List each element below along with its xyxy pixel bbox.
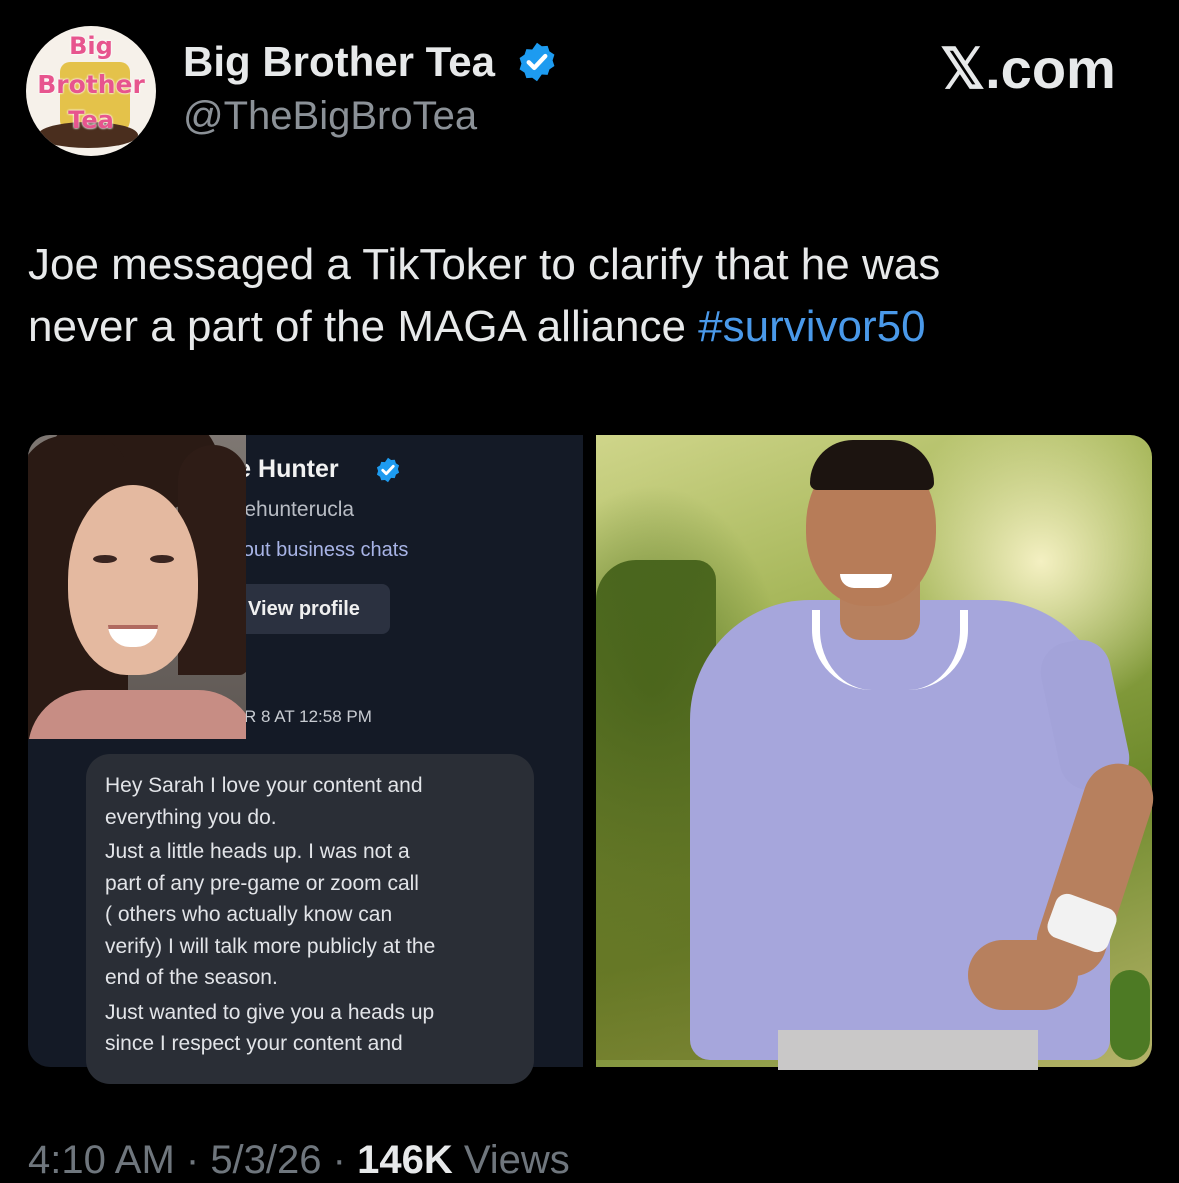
message-line: since I respect your content and — [105, 1032, 403, 1055]
tweet-text-line-1: Joe messaged a TikToker to clarify that … — [28, 240, 941, 289]
account-handle[interactable]: @TheBigBroTea — [183, 94, 477, 139]
display-name[interactable]: Big Brother Tea — [183, 38, 495, 86]
hair-shape — [810, 440, 934, 490]
tweet-text: Joe messaged a TikToker to clarify that … — [28, 234, 1158, 358]
tiktoker-video-overlay — [28, 435, 246, 739]
message-line: verify) I will talk more publicly at the — [105, 934, 436, 958]
smile-shape — [840, 574, 892, 588]
avatar-text-brother: Brother — [37, 70, 145, 99]
chat-message-bubble: Hey Sarah I love your content and everyt… — [86, 754, 534, 1084]
x-com-watermark: 𝕏.com — [940, 37, 1116, 100]
pants-shape — [778, 1030, 1038, 1070]
eye-shape — [93, 555, 117, 563]
tweet-meta: 4:10 AM · 5/3/26 · 146K Views — [28, 1138, 570, 1183]
separator-dot: · — [174, 1138, 211, 1182]
tweet-text-body: never a part of the MAGA alliance — [28, 302, 699, 351]
message-line: Just wanted to give you a heads up — [105, 1000, 435, 1024]
views-count: 146K — [357, 1138, 453, 1182]
chat-contact-username: joehunterucla — [228, 498, 355, 521]
foliage-shape — [1110, 970, 1150, 1060]
message-line: end of the season. — [105, 966, 278, 989]
message-line: Hey Sarah I love your content and — [105, 774, 423, 797]
tweet-time[interactable]: 4:10 AM — [28, 1138, 175, 1182]
chat-timestamp: R 8 AT 12:58 PM — [244, 707, 372, 726]
views-label: Views — [452, 1138, 570, 1182]
tweet-text-line-2: never a part of the MAGA alliance #survi… — [28, 296, 1158, 358]
shirt-shape — [28, 690, 246, 739]
avatar-text-big: Big — [69, 32, 113, 60]
hashtag-link[interactable]: #survivor50 — [698, 302, 925, 351]
avatar-text-tea: Tea — [68, 106, 114, 134]
separator-dot: · — [321, 1138, 358, 1182]
verified-badge-icon — [519, 42, 555, 82]
chat-verified-badge-icon — [376, 457, 400, 483]
message-line: Just a little heads up. I was not a — [105, 840, 410, 863]
message-line: everything you do. — [105, 805, 277, 829]
eye-shape — [150, 555, 174, 563]
message-line: part of any pre-game or zoom call — [105, 871, 419, 895]
hand-shape — [968, 940, 1078, 1010]
tweet-date[interactable]: 5/3/26 — [210, 1138, 321, 1182]
profile-avatar[interactable]: Big Brother Tea — [26, 26, 156, 156]
message-line: ( others who actually know can — [105, 903, 393, 926]
